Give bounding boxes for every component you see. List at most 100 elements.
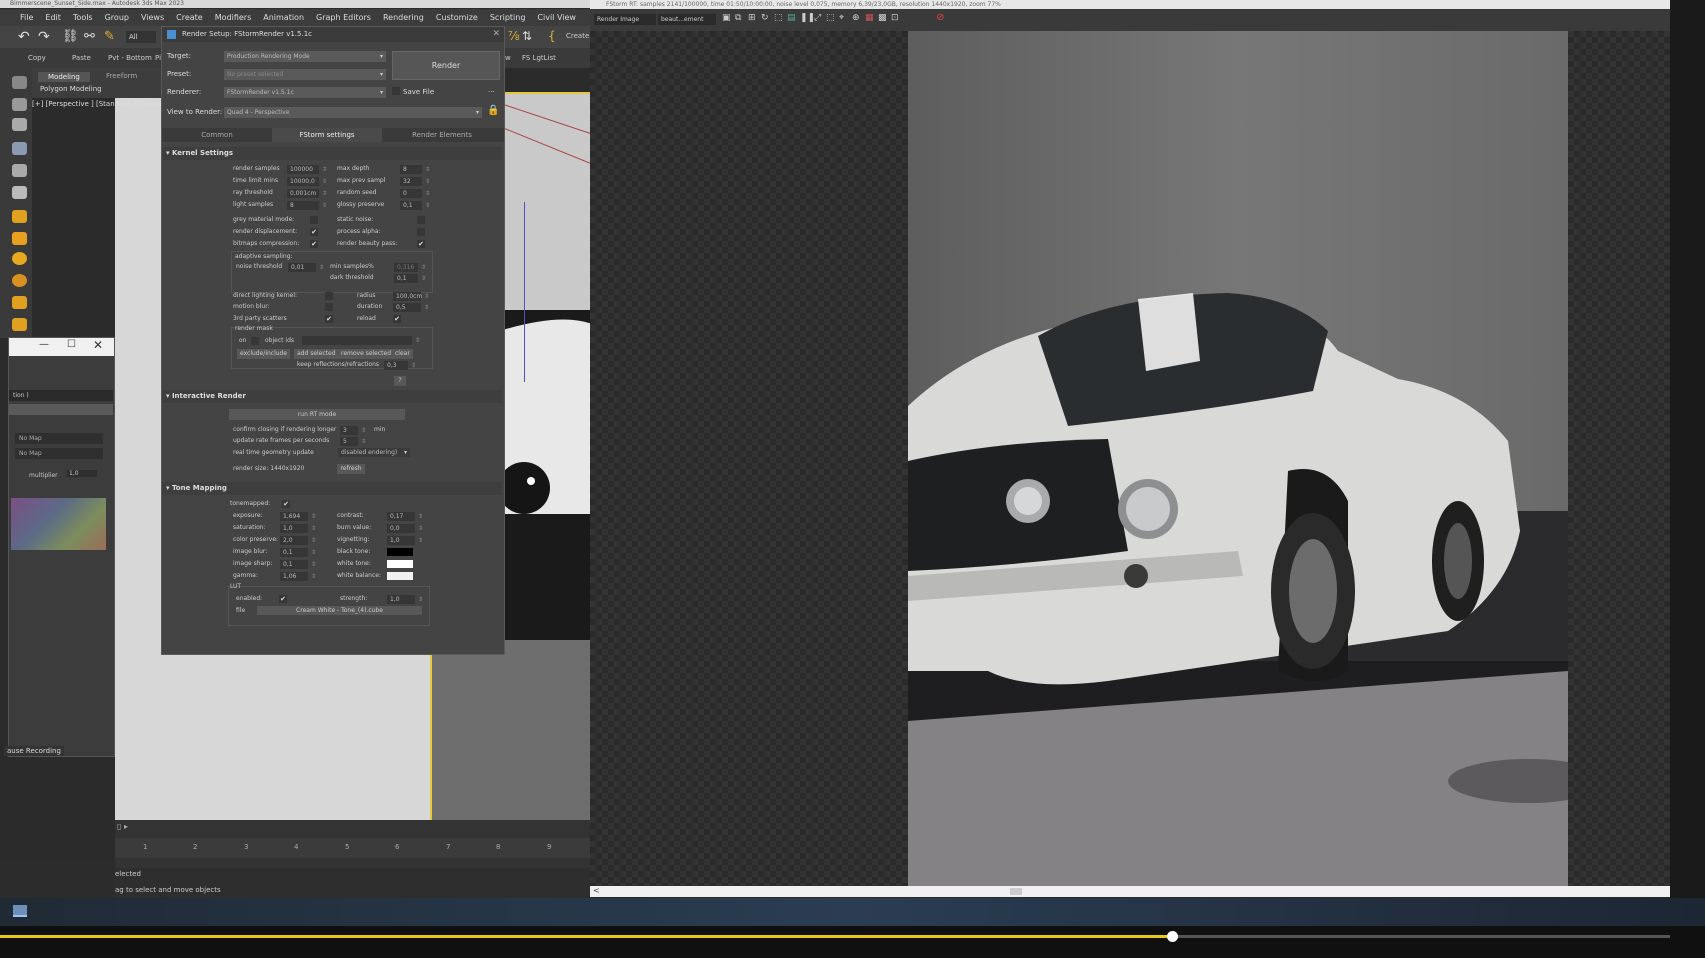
interactive-render-rollout[interactable]: ▾ Interactive Render <box>162 390 502 403</box>
copy-image-icon[interactable]: ⧉ <box>735 13 741 23</box>
render-frame-scrollbar[interactable]: < <box>590 886 1670 897</box>
white-balance-swatch[interactable] <box>387 572 413 580</box>
map-slot-2[interactable]: No Map <box>15 448 103 459</box>
orbit-icon[interactable] <box>12 98 27 111</box>
maximize-icon[interactable]: ☐ <box>67 339 76 350</box>
max-depth-spinner[interactable]: 8 <box>400 165 430 174</box>
refresh-button[interactable]: refresh <box>337 464 365 474</box>
polygon-modeling-label[interactable]: Polygon Modeling <box>40 85 102 93</box>
reload-checkbox[interactable]: ✔ <box>393 315 401 323</box>
render-displacement-checkbox[interactable]: ✔ <box>310 228 318 236</box>
unlink-icon[interactable]: ⚯ <box>84 29 95 44</box>
render-button[interactable]: Render <box>392 51 500 80</box>
white-tone-swatch[interactable] <box>387 560 413 568</box>
copy-button[interactable]: Copy <box>28 54 46 62</box>
saturation-spinner[interactable]: 1,0 <box>280 524 316 533</box>
spot-light-icon[interactable] <box>12 296 27 309</box>
ray-threshold-spinner[interactable]: 0,001cm <box>287 189 327 198</box>
time-limit-spinner[interactable]: 10000,0 <box>287 177 327 186</box>
selection-filter-dropdown[interactable]: All <box>126 31 156 43</box>
timeline-nav-icon[interactable]: ▯ ▸ <box>117 822 128 831</box>
exposure-spinner[interactable]: 1,694 <box>280 512 316 521</box>
static-noise-checkbox[interactable] <box>417 216 425 224</box>
preset-dropdown[interactable]: No preset selected <box>224 69 386 80</box>
color-channels-icon[interactable]: ▦ <box>865 13 874 23</box>
camera-icon[interactable] <box>12 118 27 131</box>
menu-create[interactable]: Create <box>170 13 209 22</box>
fs-lgtlist-button[interactable]: FS LgtList <box>522 54 556 62</box>
tab-common[interactable]: Common <box>162 128 272 142</box>
save-file-browse[interactable]: ... <box>488 86 495 94</box>
glossy-preserve-spinner[interactable]: 0,1 <box>400 201 430 210</box>
paste-button[interactable]: Paste <box>72 54 91 62</box>
contrast-spinner[interactable]: 0,17 <box>387 512 423 521</box>
color-preserve-spinner[interactable]: 2,0 <box>280 536 316 545</box>
tab-freeform[interactable]: Freeform <box>106 72 137 80</box>
material-type-dropdown[interactable]: tion ) <box>9 390 113 401</box>
tab-fstorm-settings[interactable]: FStorm settings <box>272 128 382 142</box>
channel-dropdown[interactable]: Render Image <box>594 14 656 25</box>
duration-spinner[interactable]: 0,5 <box>393 303 429 312</box>
object-ids-field[interactable] <box>302 336 420 345</box>
redo-icon[interactable]: ↷ <box>38 29 50 45</box>
crop-icon[interactable]: ⬚ <box>826 13 835 23</box>
menu-views[interactable]: Views <box>135 13 170 22</box>
stop-render-icon[interactable]: ⊘ <box>936 12 944 23</box>
scroll-thumb[interactable] <box>1010 888 1022 895</box>
undo-icon[interactable]: ↶ <box>18 29 30 45</box>
keep-reflections-spinner[interactable]: 0,3 <box>384 361 416 370</box>
gamma-spinner[interactable]: 1,06 <box>280 572 316 581</box>
vignetting-spinner[interactable]: 1,0 <box>387 536 423 545</box>
snap-icon[interactable]: ⅞ <box>508 29 520 43</box>
link-icon[interactable]: ⛓ <box>62 29 79 44</box>
clapper-icon[interactable] <box>12 186 27 199</box>
menu-rendering[interactable]: Rendering <box>377 13 430 22</box>
taskbar-app-icon[interactable] <box>13 905 27 917</box>
noise-threshold-spinner[interactable]: 0,01 <box>288 263 324 272</box>
sun-icon[interactable] <box>12 274 27 287</box>
image-blur-spinner[interactable]: 0,1 <box>280 548 316 557</box>
lut-file-button[interactable]: Cream White - Tone_(4).cube <box>257 606 422 615</box>
menu-graph-editors[interactable]: Graph Editors <box>310 13 377 22</box>
motion-blur-checkbox[interactable] <box>325 303 333 311</box>
hand-icon[interactable] <box>12 76 27 89</box>
region-icon[interactable]: ⬚ <box>774 13 783 23</box>
lamp-icon[interactable] <box>12 210 27 223</box>
pause-icon[interactable]: ❚❚ <box>800 13 815 23</box>
menu-group[interactable]: Group <box>99 13 135 22</box>
render-samples-spinner[interactable]: 100000 <box>287 165 327 174</box>
render-beauty-checkbox[interactable]: ✔ <box>417 240 425 248</box>
add-selected-button[interactable]: add selected <box>294 349 339 359</box>
bitmaps-compression-checkbox[interactable]: ✔ <box>310 240 318 248</box>
w-button[interactable]: w <box>505 54 511 62</box>
layers-icon[interactable]: ⊡ <box>891 13 899 23</box>
menu-customize[interactable]: Customize <box>430 13 484 22</box>
tonemapped-checkbox[interactable]: ✔ <box>282 500 290 508</box>
light-rig-icon[interactable] <box>12 318 27 331</box>
menu-edit[interactable]: Edit <box>39 13 67 22</box>
direct-lighting-checkbox[interactable] <box>325 292 333 300</box>
black-tone-swatch[interactable] <box>387 548 413 556</box>
lut-enabled-checkbox[interactable]: ✔ <box>279 595 287 603</box>
view-to-render-dropdown[interactable]: Quad 4 - Perspective <box>224 107 482 118</box>
tab-render-elements[interactable]: Render Elements <box>382 128 502 142</box>
grey-material-checkbox[interactable] <box>310 216 318 224</box>
tab-modeling[interactable]: Modeling <box>38 72 90 82</box>
display-icon[interactable]: ▩ <box>878 13 887 23</box>
third-party-scatters-checkbox[interactable]: ✔ <box>325 315 333 323</box>
pivot-bottom-button[interactable]: Pvt - Bottom <box>108 54 152 62</box>
radius-spinner[interactable]: 100,0cm <box>393 292 429 301</box>
geometry-icon[interactable] <box>12 142 27 155</box>
target-icon[interactable]: ⌖ <box>839 13 844 23</box>
focus-icon[interactable]: ⊕ <box>852 13 860 23</box>
image-sharp-spinner[interactable]: 0,1 <box>280 560 316 569</box>
close-icon[interactable]: ✕ <box>492 27 500 42</box>
update-rate-spinner[interactable]: 5 <box>340 437 366 446</box>
curve-editor-icon[interactable]: { <box>548 29 556 43</box>
clear-button[interactable]: clear <box>392 349 413 359</box>
timeline-ruler[interactable]: 1 2 3 4 5 6 7 8 9 <box>115 838 590 858</box>
refresh-icon[interactable]: ↻ <box>761 13 769 23</box>
clone-icon[interactable]: ⊞ <box>748 13 756 23</box>
map-slot-1[interactable]: No Map <box>15 433 103 444</box>
menu-file[interactable]: File <box>14 13 39 22</box>
